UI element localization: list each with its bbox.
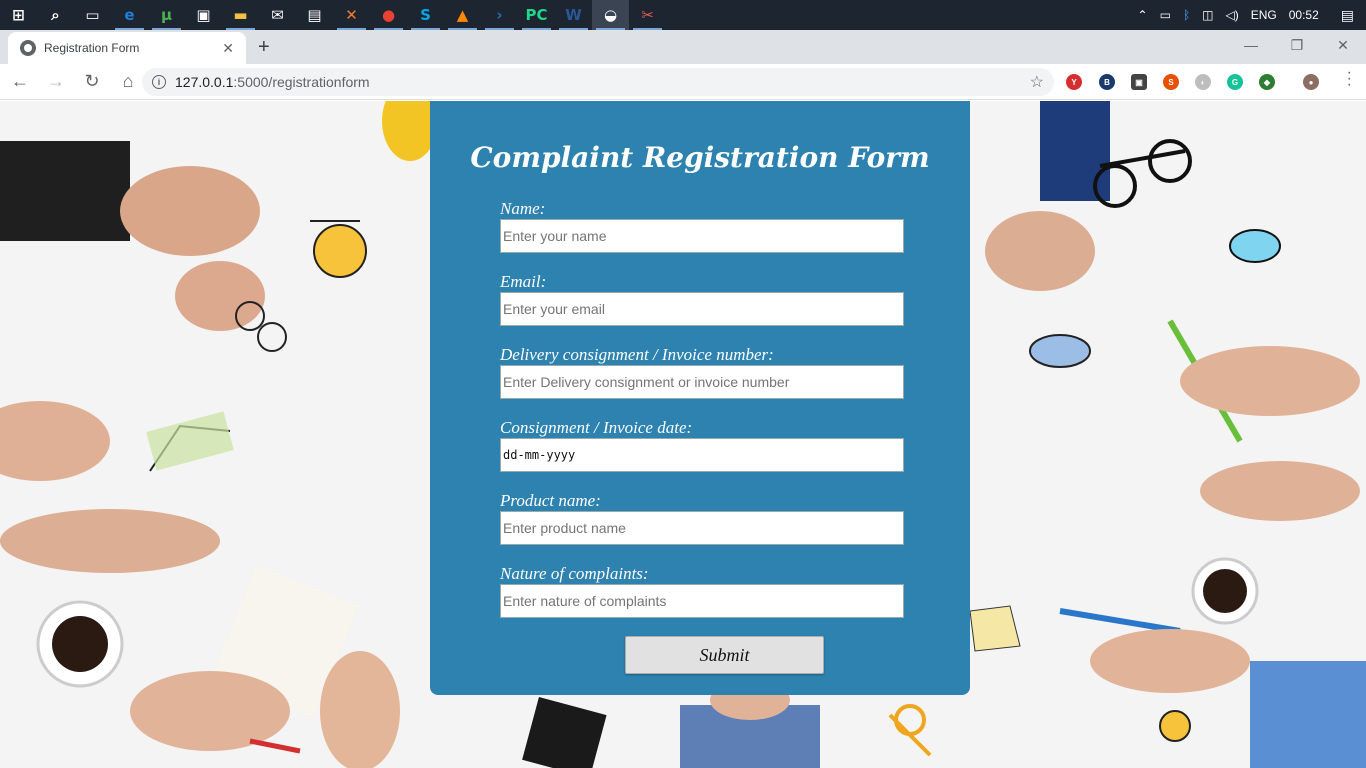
file-explorer-icon-glyph: ▬ bbox=[233, 6, 248, 24]
restore-button[interactable]: ❐ bbox=[1274, 30, 1320, 60]
chevron-up-icon[interactable]: ⌃ bbox=[1138, 8, 1148, 22]
skype-icon-glyph: S bbox=[420, 6, 431, 24]
task-view-icon[interactable]: ▭ bbox=[74, 0, 111, 30]
language-indicator[interactable]: ENG bbox=[1251, 8, 1277, 22]
notepad-icon[interactable]: ▤ bbox=[296, 0, 333, 30]
edge-icon-glyph: e bbox=[124, 6, 135, 24]
email-input[interactable]: Enter your email bbox=[500, 292, 904, 326]
store-icon-glyph: ▣ bbox=[196, 6, 211, 24]
chrome-icon-glyph: ● bbox=[381, 6, 396, 24]
grammarly-icon[interactable]: G bbox=[1227, 74, 1243, 90]
name-label: Name: bbox=[500, 199, 546, 218]
forward-button[interactable]: → bbox=[40, 66, 72, 98]
complaint-form: Complaint Registration Form Name: Enter … bbox=[430, 101, 970, 695]
xampp-icon-glyph: ✕ bbox=[345, 6, 358, 24]
background-right-illustration bbox=[970, 101, 1366, 768]
browser-toolbar: ← → ↻ ⌂ i 127.0.0.1 :5000/registrationfo… bbox=[0, 64, 1366, 100]
mail-icon-glyph: ✉ bbox=[271, 6, 284, 24]
minimize-button[interactable]: — bbox=[1228, 30, 1274, 60]
bluetooth-icon[interactable]: ᛒ bbox=[1183, 8, 1190, 22]
form-title: Complaint Registration Form bbox=[470, 141, 930, 174]
chrome-menu-icon[interactable]: · · · bbox=[1347, 65, 1352, 93]
chrome-icon[interactable]: ● bbox=[370, 0, 407, 30]
skype-icon[interactable]: S bbox=[407, 0, 444, 30]
background-left-illustration bbox=[0, 141, 400, 768]
snip-icon[interactable]: ✂ bbox=[629, 0, 666, 30]
store-icon[interactable]: ▣ bbox=[185, 0, 222, 30]
photos-icon[interactable]: ◒ bbox=[592, 0, 629, 30]
search-icon[interactable]: ⌕ bbox=[37, 0, 74, 30]
search-icon-glyph: ⌕ bbox=[51, 6, 60, 24]
url-path: :5000/registrationform bbox=[233, 74, 370, 90]
start-button[interactable]: ⊞ bbox=[0, 0, 37, 30]
address-bar[interactable]: i 127.0.0.1 :5000/registrationform ☆ bbox=[142, 68, 1054, 96]
complaint-nature-input[interactable]: Enter nature of complaints bbox=[500, 584, 904, 618]
task-view-icon-glyph: ▭ bbox=[85, 6, 100, 24]
profile-avatar[interactable]: ● bbox=[1303, 74, 1319, 90]
volume-icon[interactable]: ◁) bbox=[1225, 8, 1238, 22]
notepad-icon-glyph: ▤ bbox=[307, 6, 322, 24]
invoice-date-input[interactable]: dd-mm-yyyy bbox=[500, 438, 904, 472]
extension-icon[interactable]: ◆ bbox=[1259, 74, 1275, 90]
background-bottom-illustration bbox=[522, 695, 932, 768]
notifications-icon[interactable]: ▤ bbox=[1341, 7, 1354, 24]
vlc-icon[interactable]: ▲ bbox=[444, 0, 481, 30]
extension-icon[interactable]: S bbox=[1163, 74, 1179, 90]
extension-cube-icon[interactable]: ▣ bbox=[1131, 74, 1147, 90]
tab-registration-form[interactable]: Registration Form ✕ bbox=[8, 32, 246, 64]
xampp-icon[interactable]: ✕ bbox=[333, 0, 370, 30]
photos-icon-glyph: ◒ bbox=[603, 6, 618, 24]
clock[interactable]: 00:52 bbox=[1289, 8, 1319, 22]
window-controls: — ❐ ✕ bbox=[1228, 30, 1366, 60]
submit-button[interactable]: Submit bbox=[625, 636, 824, 674]
tab-title: Registration Form bbox=[44, 41, 140, 55]
home-button[interactable]: ⌂ bbox=[112, 66, 144, 98]
name-input[interactable]: Enter your name bbox=[500, 219, 904, 253]
word-icon-glyph: W bbox=[565, 6, 582, 24]
browser-tab-strip: Registration Form ✕ + — ❐ ✕ bbox=[0, 30, 1366, 64]
invoice-number-label: Delivery consignment / Invoice number: bbox=[500, 345, 774, 364]
tab-close-icon[interactable]: ✕ bbox=[222, 40, 234, 57]
word-icon[interactable]: W bbox=[555, 0, 592, 30]
new-tab-button[interactable]: + bbox=[258, 36, 270, 59]
network-icon[interactable]: ◫ bbox=[1202, 8, 1213, 22]
back-button[interactable]: ← bbox=[4, 66, 36, 98]
pycharm-icon[interactable]: PC bbox=[518, 0, 555, 30]
file-explorer-icon[interactable]: ▬ bbox=[222, 0, 259, 30]
page-content: Complaint Registration Form Name: Enter … bbox=[0, 101, 1366, 768]
utorrent-icon[interactable]: µ bbox=[148, 0, 185, 30]
email-label: Email: bbox=[500, 272, 547, 291]
powershell-icon[interactable]: › bbox=[481, 0, 518, 30]
extension-icon[interactable]: B bbox=[1099, 74, 1115, 90]
extension-icon[interactable]: ◐ bbox=[1195, 74, 1211, 90]
battery-icon[interactable]: ▭ bbox=[1160, 8, 1171, 22]
powershell-icon-glyph: › bbox=[496, 6, 503, 24]
mail-icon[interactable]: ✉ bbox=[259, 0, 296, 30]
close-window-button[interactable]: ✕ bbox=[1320, 30, 1366, 60]
start-button-glyph: ⊞ bbox=[12, 6, 25, 24]
site-info-icon[interactable]: i bbox=[152, 75, 166, 89]
edge-icon[interactable]: e bbox=[111, 0, 148, 30]
product-name-input[interactable]: Enter product name bbox=[500, 511, 904, 545]
windows-taskbar: ⊞ ⌕ ▭ e µ ▣ ▬ ✉ ▤ ✕ ● S ▲ › PC W ◒ ✂ ⌃ ▭ ᛒ ◫ ◁) ENG 00:52… bbox=[0, 0, 1366, 30]
complaint-nature-label: Nature of complaints: bbox=[500, 564, 649, 583]
snip-icon-glyph: ✂ bbox=[641, 6, 654, 24]
invoice-number-input[interactable]: Enter Delivery consignment or invoice nu… bbox=[500, 365, 904, 399]
product-name-label: Product name: bbox=[500, 491, 601, 510]
taskbar-app-list: ⊞ ⌕ ▭ e µ ▣ ▬ ✉ ▤ ✕ ● S ▲ › PC W ◒ ✂ bbox=[0, 0, 666, 30]
pycharm-icon-glyph: PC bbox=[525, 6, 548, 24]
url-host: 127.0.0.1 bbox=[175, 74, 234, 90]
reload-button[interactable]: ↻ bbox=[76, 66, 108, 98]
vlc-icon-glyph: ▲ bbox=[456, 6, 469, 24]
bookmark-star-icon[interactable]: ☆ bbox=[1030, 72, 1044, 92]
invoice-date-label: Consignment / Invoice date: bbox=[500, 418, 693, 437]
utorrent-icon-glyph: µ bbox=[160, 6, 173, 24]
site-favicon-icon bbox=[20, 40, 36, 56]
yab-extension-icon[interactable]: Y bbox=[1066, 74, 1082, 90]
system-tray: ⌃ ▭ ᛒ ◫ ◁) ENG 00:52 ▤ bbox=[1138, 0, 1366, 30]
